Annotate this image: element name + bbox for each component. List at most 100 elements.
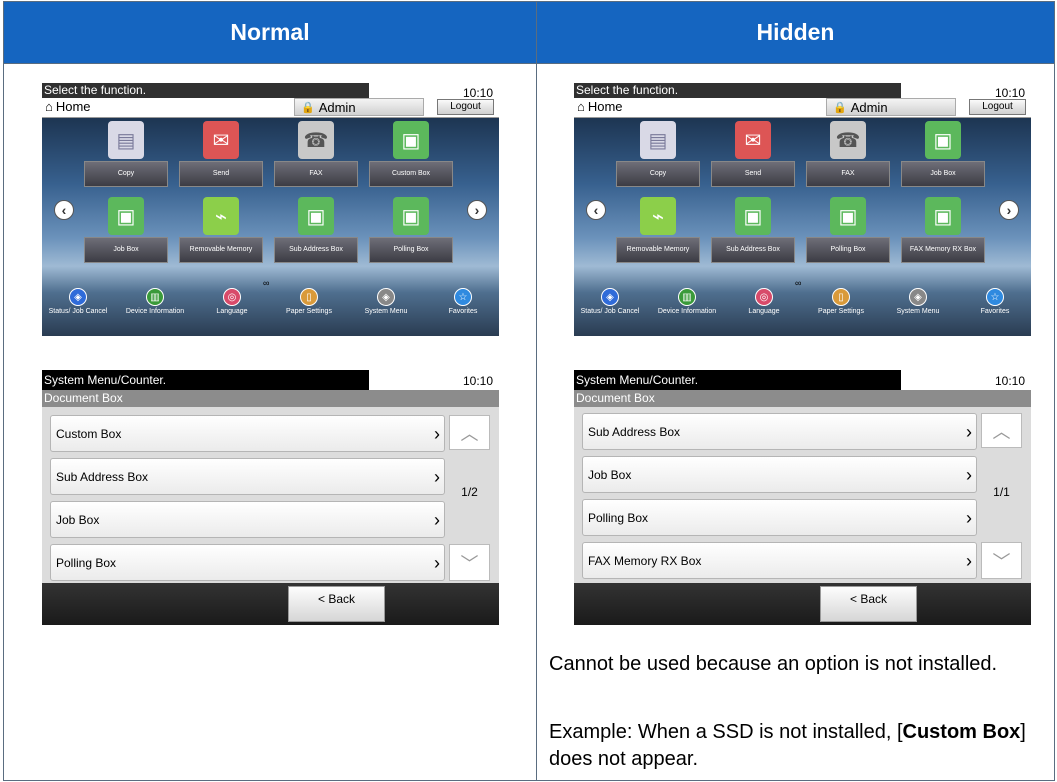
box-icon: ▣ [393, 121, 429, 159]
tile-fax-memory-rx-box[interactable]: ▣ FAX Memory RX Box [901, 197, 985, 263]
tile-job-box[interactable]: ▣ Job Box [84, 197, 168, 263]
section-header: Document Box [42, 390, 499, 407]
home-button[interactable]: ⌂ Home [45, 99, 91, 114]
copy-icon: ▤ [108, 121, 144, 159]
tile-sub-address-box[interactable]: ▣ Sub Address Box [711, 197, 795, 263]
scroll-up-button[interactable]: ︿ [449, 415, 490, 450]
tile-label: Polling Box [806, 237, 890, 263]
bottom-bar: ◈ Status/ Job Cancel ▥ Device Information … [574, 288, 1031, 336]
list-item[interactable]: Sub Address Box › [582, 413, 977, 450]
chevron-right-icon: › [434, 467, 440, 487]
note-example-bold: Custom Box [902, 721, 1021, 743]
tile-job-box[interactable]: ▣ Job Box [901, 121, 985, 187]
logout-button[interactable]: Logout [969, 99, 1026, 115]
status-job-cancel-button[interactable]: ◈ Status/ Job Cancel [48, 288, 108, 336]
column-divider [536, 2, 537, 780]
bottom-label: Favorites [448, 308, 478, 315]
tile-fax[interactable]: ☎ FAX [806, 121, 890, 187]
list-item[interactable]: Sub Address Box › [50, 458, 445, 495]
tile-copy[interactable]: ▤ Copy [616, 121, 700, 187]
tile-copy[interactable]: ▤ Copy [84, 121, 168, 187]
paper-settings-button[interactable]: ▯ Paper Settings [811, 288, 871, 336]
tile-fax[interactable]: ☎ FAX [274, 121, 358, 187]
next-page-icon[interactable]: › [467, 200, 487, 220]
desktop-area: ‹ › ▤ Copy ✉ Send ☎ FAX ▣ Custom Box ▣ Job Bo… [42, 118, 499, 336]
list-item[interactable]: Job Box › [582, 456, 977, 493]
menu-screen-hidden: System Menu/Counter. 10:10 Document Box … [574, 370, 1031, 625]
header-normal: Normal [4, 2, 536, 63]
prev-page-icon[interactable]: ‹ [586, 200, 606, 220]
tile-label: Job Box [84, 237, 168, 263]
favorites-button[interactable]: ☆ Favorites [965, 288, 1025, 336]
scroll-up-button[interactable]: ︿ [981, 413, 1022, 448]
tile-send[interactable]: ✉ Send [179, 121, 263, 187]
prev-page-icon[interactable]: ‹ [54, 200, 74, 220]
device-information-button[interactable]: ▥ Device Information [657, 288, 717, 336]
list-item[interactable]: Polling Box › [50, 544, 445, 581]
chevron-right-icon: › [966, 465, 972, 485]
chevron-right-icon: › [434, 553, 440, 573]
bottom-label: Paper Settings [286, 308, 332, 315]
lock-icon: 🔒 [833, 101, 847, 114]
polling-box-icon: ▣ [393, 197, 429, 235]
status-job-cancel-button[interactable]: ◈ Status/ Job Cancel [580, 288, 640, 336]
system-menu-icon: ◈ [377, 288, 395, 306]
paper-icon: ▯ [832, 288, 850, 306]
bottom-label: Status/ Job Cancel [48, 308, 108, 315]
tile-label: FAX [806, 161, 890, 187]
list-item[interactable]: Custom Box › [50, 415, 445, 452]
clock: 10:10 [462, 374, 493, 388]
scroll-down-button[interactable]: ﹀ [449, 544, 490, 581]
back-button[interactable]: < Back [288, 586, 385, 622]
scroll-down-button[interactable]: ﹀ [981, 542, 1022, 579]
page-indicator: 1/2 [461, 484, 478, 499]
system-menu-button[interactable]: ◈ System Menu [888, 288, 948, 336]
menu-title: System Menu/Counter. [42, 370, 369, 390]
admin-field[interactable]: 🔒 Admin [826, 98, 956, 116]
home-icon: ⌂ [45, 99, 53, 114]
tile-polling-box[interactable]: ▣ Polling Box [806, 197, 890, 263]
favorites-button[interactable]: ☆ Favorites [433, 288, 493, 336]
tile-polling-box[interactable]: ▣ Polling Box [369, 197, 453, 263]
tile-send[interactable]: ✉ Send [711, 121, 795, 187]
desktop-area: ‹ › ▤ Copy ✉ Send ☎ FAX ▣ Job Box ⌁ Removable… [574, 118, 1031, 336]
tile-removable-memory[interactable]: ⌁ Removable Memory [179, 197, 263, 263]
logout-button[interactable]: Logout [437, 99, 494, 115]
menu-body: Custom Box › Sub Address Box › Job Box › Po… [42, 407, 499, 583]
admin-label: Admin [318, 99, 356, 115]
paper-settings-button[interactable]: ▯ Paper Settings [279, 288, 339, 336]
list-item-label: Job Box [588, 467, 632, 482]
next-page-icon[interactable]: › [999, 200, 1019, 220]
status-message: Select the function. [574, 83, 901, 98]
device-information-button[interactable]: ▥ Device Information [125, 288, 185, 336]
home-button[interactable]: ⌂ Home [577, 99, 623, 114]
tile-label: Removable Memory [179, 237, 263, 263]
tile-custom-box[interactable]: ▣ Custom Box [369, 121, 453, 187]
tile-sub-address-box[interactable]: ▣ Sub Address Box [274, 197, 358, 263]
chevron-right-icon: › [434, 424, 440, 444]
tile-label: Polling Box [369, 237, 453, 263]
home-label: Home [587, 99, 623, 114]
bottom-label: Favorites [980, 308, 1010, 315]
chevron-right-icon: › [434, 510, 440, 530]
status-icon: ◈ [69, 288, 87, 306]
list-item-label: Custom Box [56, 426, 122, 441]
language-button[interactable]: ◎ Language [734, 288, 794, 336]
home-screen-hidden: Select the function. 10:10 ⌂ Home 🔒 Admin … [574, 83, 1031, 336]
list-item[interactable]: Polling Box › [582, 499, 977, 536]
back-button[interactable]: < Back [820, 586, 917, 622]
chevron-right-icon: › [966, 508, 972, 528]
home-label: Home [55, 99, 91, 114]
home-screen-normal: Select the function. 10:10 ⌂ Home 🔒 Admin … [42, 83, 499, 336]
home-icon: ⌂ [577, 99, 585, 114]
list-item-label: Polling Box [588, 510, 649, 525]
list-item[interactable]: Job Box › [50, 501, 445, 538]
admin-field[interactable]: 🔒 Admin [294, 98, 424, 116]
language-button[interactable]: ◎ Language [202, 288, 262, 336]
lock-icon: 🔒 [301, 101, 315, 114]
system-menu-button[interactable]: ◈ System Menu [356, 288, 416, 336]
tile-removable-memory[interactable]: ⌁ Removable Memory [616, 197, 700, 263]
list-item[interactable]: FAX Memory RX Box › [582, 542, 977, 579]
tile-label: Send [179, 161, 263, 187]
star-icon: ☆ [454, 288, 472, 306]
